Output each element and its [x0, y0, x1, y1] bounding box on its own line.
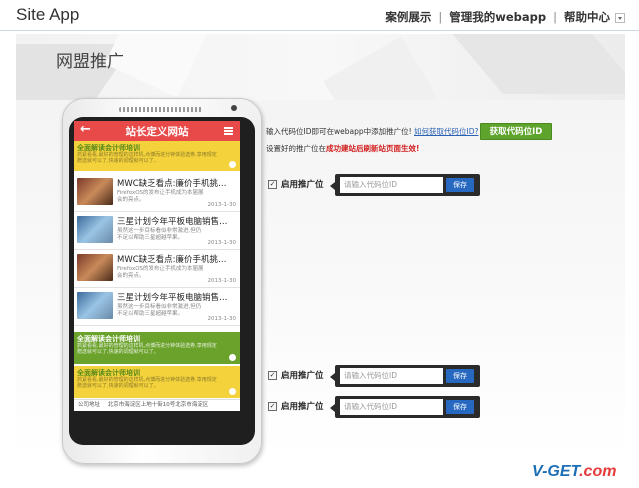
- site-logo[interactable]: Site App: [16, 5, 79, 25]
- nav-separator: |: [553, 10, 557, 24]
- news-thumbnail: [77, 178, 113, 205]
- nav-manage-webapp[interactable]: 管理我的webapp: [449, 9, 546, 25]
- ad-slot-config-1: ✓ 启用推广位 请输入代码位ID 保存: [268, 174, 482, 196]
- nav-case-showcase[interactable]: 案例展示: [385, 9, 431, 25]
- footer-address: 北京市海淀区上地十街10号北京市海淀区: [107, 402, 209, 408]
- nav-separator: |: [438, 10, 443, 24]
- camera-icon: [231, 105, 237, 111]
- top-bar: Site App 案例展示 | 管理我的webapp | 帮助中心: [0, 0, 639, 31]
- ad-slot-top[interactable]: 全面解读会计师培训 抓紧看看,最好的管理的这样机,点博而进分钟体验选券,享用规定…: [74, 141, 240, 171]
- footer-label: 公司地址: [78, 402, 101, 408]
- how-to-get-id-link[interactable]: 如何获取代码位ID?: [414, 127, 478, 136]
- news-item[interactable]: 三星计划今年平板电脑销售… 虽然这一步目标看似非常激进,但仍不足以帮助三星超越苹…: [74, 288, 240, 326]
- menu-icon[interactable]: [224, 127, 233, 135]
- save-button[interactable]: 保存: [446, 178, 474, 192]
- promo-desc: 抓紧看看,最好的管理的这样机,点博而进分钟体验选券,享用规定赠送就可以了,快速的…: [77, 377, 217, 389]
- news-title: MWC缺乏看点:廉价手机挑…: [117, 255, 227, 265]
- enable-slot-checkbox[interactable]: ✓: [268, 180, 277, 189]
- enable-slot-checkbox[interactable]: ✓: [268, 371, 277, 380]
- ad-slot-config-3: ✓ 启用推广位 请输入代码位ID 保存: [268, 396, 482, 418]
- news-date: 2013-1-30: [207, 278, 236, 284]
- news-desc: FirefoxOS的发布让手机成为本届展会的亮点。: [117, 190, 204, 203]
- enable-slot-checkbox[interactable]: ✓: [268, 402, 277, 411]
- app-footer: 公司地址 北京市海淀区上地十街10号北京市海淀区: [74, 399, 240, 411]
- news-desc: FirefoxOS的发布让手机成为本届展会的亮点。: [117, 266, 204, 279]
- info-line-1: 输入代码位ID即可在webapp中添加推广位! 如何获取代码位ID?: [266, 126, 478, 137]
- info-prefix: 设置好的推广位在: [266, 144, 326, 153]
- page-title: 网盟推广: [56, 52, 124, 72]
- news-date: 2013-1-30: [207, 202, 236, 208]
- watermark-text: V-GET: [532, 463, 580, 480]
- news-item[interactable]: MWC缺乏看点:廉价手机挑… FirefoxOS的发布让手机成为本届展会的亮点。…: [74, 250, 240, 288]
- nav-help-center[interactable]: 帮助中心: [564, 9, 610, 25]
- news-thumbnail: [77, 292, 113, 319]
- news-thumbnail: [77, 216, 113, 243]
- save-button[interactable]: 保存: [446, 400, 474, 414]
- news-thumbnail: [77, 254, 113, 281]
- top-nav: 案例展示 | 管理我的webapp | 帮助中心: [385, 9, 625, 25]
- info-text: 输入代码位ID即可在webapp中添加推广位!: [266, 127, 412, 136]
- slot-id-input[interactable]: 请输入代码位ID: [340, 368, 443, 384]
- get-id-button[interactable]: 获取代码位ID: [480, 123, 552, 140]
- paw-icon: [229, 388, 236, 395]
- news-title: 三星计划今年平板电脑销售…: [117, 217, 228, 227]
- news-desc: 虽然这一步目标看似非常激进,但仍不足以帮助三星超越苹果。: [117, 304, 202, 317]
- enable-slot-label: 启用推广位: [281, 180, 324, 190]
- watermark-suffix: .com: [579, 463, 617, 480]
- warning-text: 成功建站后刷新站页面生效!: [326, 144, 420, 153]
- page: Site App 案例展示 | 管理我的webapp | 帮助中心 网盟推广 ←…: [0, 0, 639, 488]
- speaker-grille: [119, 107, 203, 112]
- phone-screen: ← 站长定义网站 全面解读会计师培训 抓紧看看,最好的管理的这样机,点博而进分钟…: [74, 121, 240, 411]
- enable-slot-label: 启用推广位: [281, 402, 324, 412]
- chevron-down-icon[interactable]: [615, 13, 625, 23]
- watermark-logo: V-GET.com: [532, 463, 616, 481]
- news-title: MWC缺乏看点:廉价手机挑…: [117, 179, 227, 189]
- promo-desc: 抓紧看看,最好的管理的这样机,点博而进分钟体验选券,享用规定赠送就可以了,快速的…: [77, 152, 217, 164]
- promo-desc: 抓紧看看,最好的管理的这样机,点博而进分钟体验选券,享用规定赠送就可以了,快速的…: [77, 343, 217, 355]
- info-line-2: 设置好的推广位在成功建站后刷新站页面生效!: [266, 143, 419, 154]
- save-button[interactable]: 保存: [446, 369, 474, 383]
- ad-slot-bottom[interactable]: 全面解读会计师培训 抓紧看看,最好的管理的这样机,点博而进分钟体验选券,享用规定…: [74, 366, 240, 398]
- slot-id-input[interactable]: 请输入代码位ID: [340, 177, 443, 193]
- news-desc: 虽然这一步目标看似非常激进,但仍不足以帮助三星超越苹果。: [117, 228, 202, 241]
- ad-slot-config-2: ✓ 启用推广位 请输入代码位ID 保存: [268, 365, 482, 387]
- news-date: 2013-1-30: [207, 240, 236, 246]
- news-title: 三星计划今年平板电脑销售…: [117, 293, 228, 303]
- news-item[interactable]: 三星计划今年平板电脑销售… 虽然这一步目标看似非常激进,但仍不足以帮助三星超越苹…: [74, 212, 240, 250]
- phone-mockup: ← 站长定义网站 全面解读会计师培训 抓紧看看,最好的管理的这样机,点博而进分钟…: [62, 98, 262, 464]
- news-date: 2013-1-30: [207, 316, 236, 322]
- page-banner: 网盟推广: [16, 34, 625, 100]
- ad-slot-middle[interactable]: 全面解读会计师培训 抓紧看看,最好的管理的这样机,点博而进分钟体验选券,享用规定…: [74, 332, 240, 364]
- paw-icon: [229, 354, 236, 361]
- news-item[interactable]: MWC缺乏看点:廉价手机挑… FirefoxOS的发布让手机成为本届展会的亮点。…: [74, 174, 240, 212]
- app-title: 站长定义网站: [125, 126, 189, 138]
- slot-id-input[interactable]: 请输入代码位ID: [340, 399, 443, 415]
- paw-icon: [229, 161, 236, 168]
- app-header: ← 站长定义网站: [74, 121, 240, 141]
- enable-slot-label: 启用推广位: [281, 371, 324, 381]
